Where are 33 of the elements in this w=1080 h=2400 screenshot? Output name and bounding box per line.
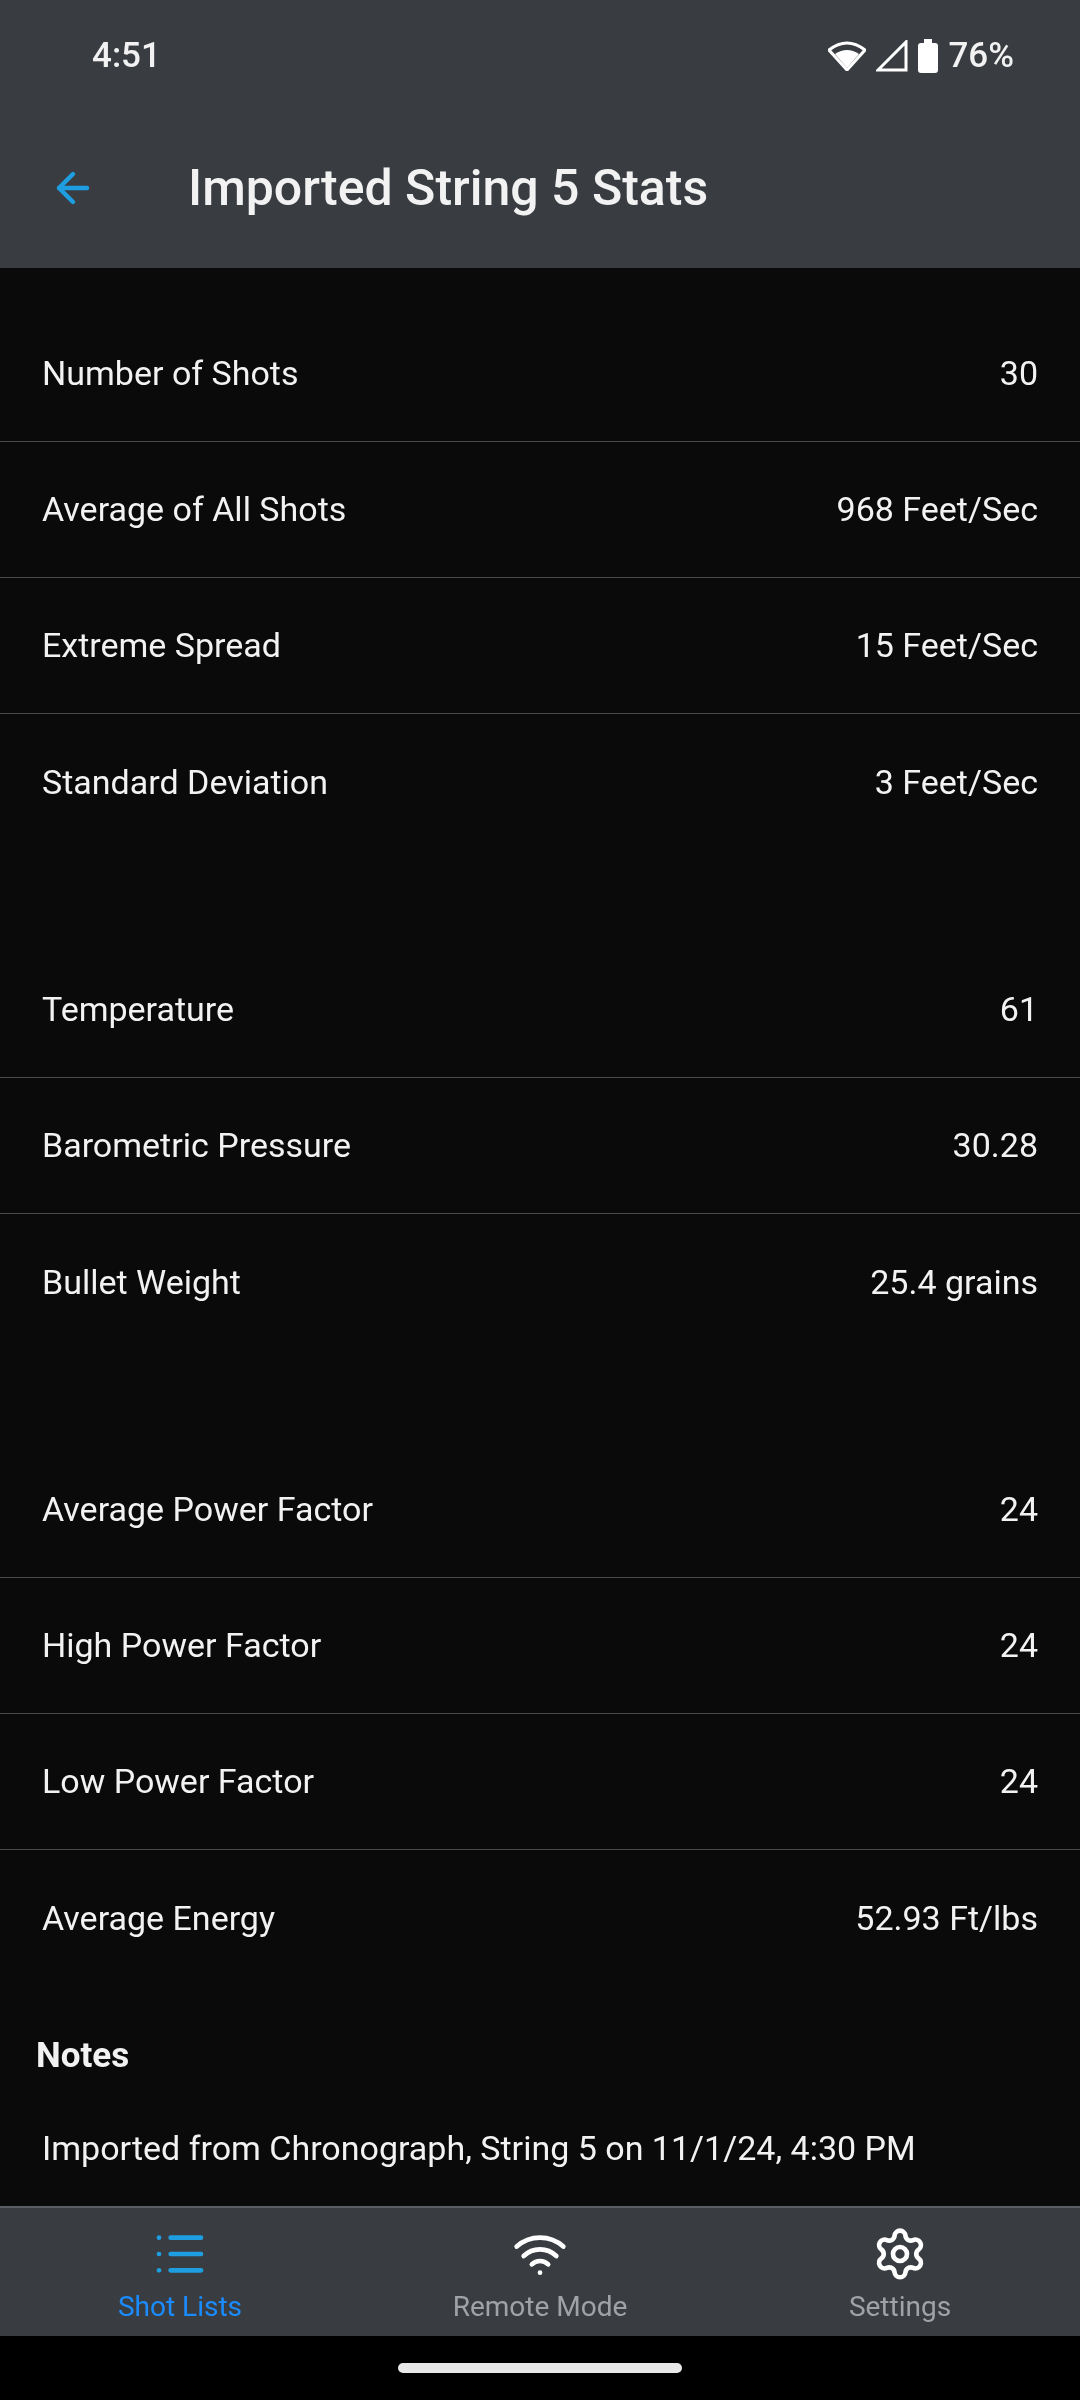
- notes-text: Imported from Chronograph, String 5 on 11/1/24, 4:30 PM: [42, 2126, 917, 2170]
- stat-label: High Power Factor: [42, 1624, 322, 1667]
- stat-label: Average of All Shots: [42, 488, 347, 531]
- signal-icon: [876, 40, 909, 72]
- stat-label: Average Power Factor: [42, 1488, 373, 1531]
- nav-tab[interactable]: Remote Mode: [360, 2208, 720, 2336]
- stat-value: 24: [999, 1624, 1038, 1667]
- stat-value: 52.93 Ft/lbs: [855, 1896, 1038, 1940]
- battery-percent: 76%: [948, 33, 1014, 78]
- stat-label: Standard Deviation: [42, 760, 328, 804]
- wifi-icon: [828, 41, 867, 71]
- stat-label: Barometric Pressure: [42, 1124, 351, 1167]
- screen-title: Imported String 5 Stats: [188, 157, 709, 219]
- stat-label: Temperature: [42, 988, 235, 1031]
- stat-value: 30.28: [952, 1124, 1038, 1167]
- stat-value: 30: [999, 352, 1038, 395]
- stat-label: Extreme Spread: [42, 624, 281, 667]
- status-time: 4:51: [92, 33, 161, 78]
- nav-tab[interactable]: Shot Lists: [0, 2208, 360, 2336]
- stat-value: 24: [999, 1760, 1038, 1803]
- stat-value: 61: [999, 988, 1038, 1031]
- nav-tab[interactable]: Settings: [720, 2208, 1080, 2336]
- stat-label: Bullet Weight: [42, 1260, 241, 1304]
- stat-label: Low Power Factor: [42, 1760, 315, 1803]
- stat-value: 25.4 grains: [870, 1260, 1038, 1304]
- stat-value: 3 Feet/Sec: [874, 760, 1038, 804]
- battery-icon: [918, 39, 939, 73]
- stat-value: 24: [999, 1488, 1038, 1531]
- stat-label: Number of Shots: [42, 352, 299, 395]
- notes-heading: Notes: [36, 2034, 131, 2078]
- stat-value: 968 Feet/Sec: [836, 488, 1038, 531]
- stat-label: Average Energy: [42, 1896, 276, 1940]
- stat-value: 15 Feet/Sec: [855, 624, 1038, 667]
